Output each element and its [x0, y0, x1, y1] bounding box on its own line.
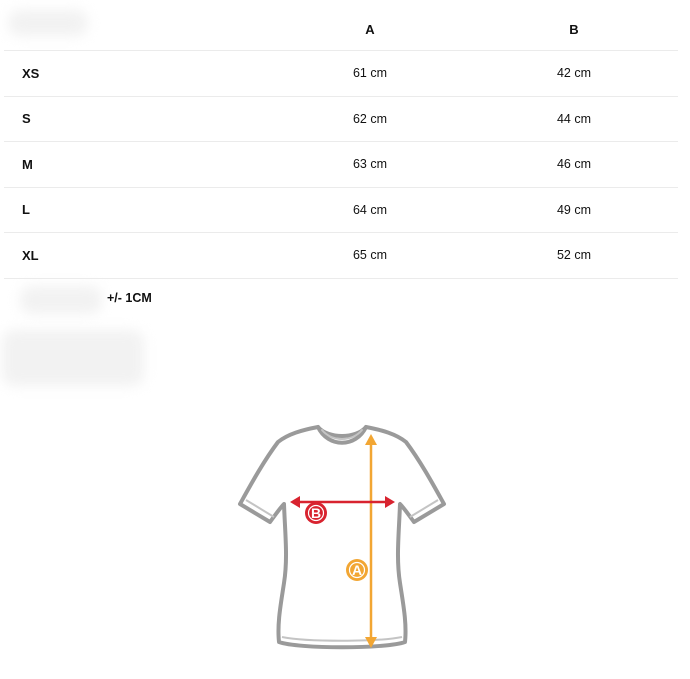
tshirt-outline	[238, 425, 446, 650]
tolerance-text: +/- 1CM	[107, 291, 152, 305]
table-row: XS 61 cm 42 cm	[4, 51, 678, 97]
measure-a: 65 cm	[352, 248, 388, 263]
measure-b: 42 cm	[556, 66, 592, 81]
table-row: L 64 cm 49 cm	[4, 188, 678, 233]
size-label: S	[22, 111, 31, 127]
redacted-note	[2, 330, 144, 386]
tshirt-measurement-diagram: B A	[238, 425, 446, 650]
measure-b: 46 cm	[556, 157, 592, 172]
measure-a: 63 cm	[352, 157, 388, 172]
size-table: A B XS 61 cm 42 cm S 62 cm 44 cm M 63 cm…	[4, 8, 678, 279]
measure-a: 62 cm	[352, 111, 388, 126]
size-label: XS	[22, 65, 40, 81]
size-label: L	[22, 202, 30, 218]
header-a-cell: A	[365, 21, 375, 37]
marker-b-label: B	[311, 505, 321, 521]
table-row: M 63 cm 46 cm	[4, 142, 678, 188]
measure-b: 52 cm	[556, 248, 592, 263]
marker-a-label: A	[352, 562, 362, 578]
table-row: S 62 cm 44 cm	[4, 97, 678, 142]
redacted-tolerance-label	[20, 286, 102, 314]
measure-a: 61 cm	[352, 66, 388, 81]
header-b-cell: B	[569, 21, 579, 37]
measure-a: 64 cm	[352, 202, 388, 217]
table-row: XL 65 cm 52 cm	[4, 233, 678, 279]
measure-b: 44 cm	[556, 111, 592, 126]
size-label: M	[22, 156, 33, 172]
table-header-row: A B	[4, 8, 678, 51]
measure-b: 49 cm	[556, 202, 592, 217]
size-label: XL	[22, 247, 39, 263]
